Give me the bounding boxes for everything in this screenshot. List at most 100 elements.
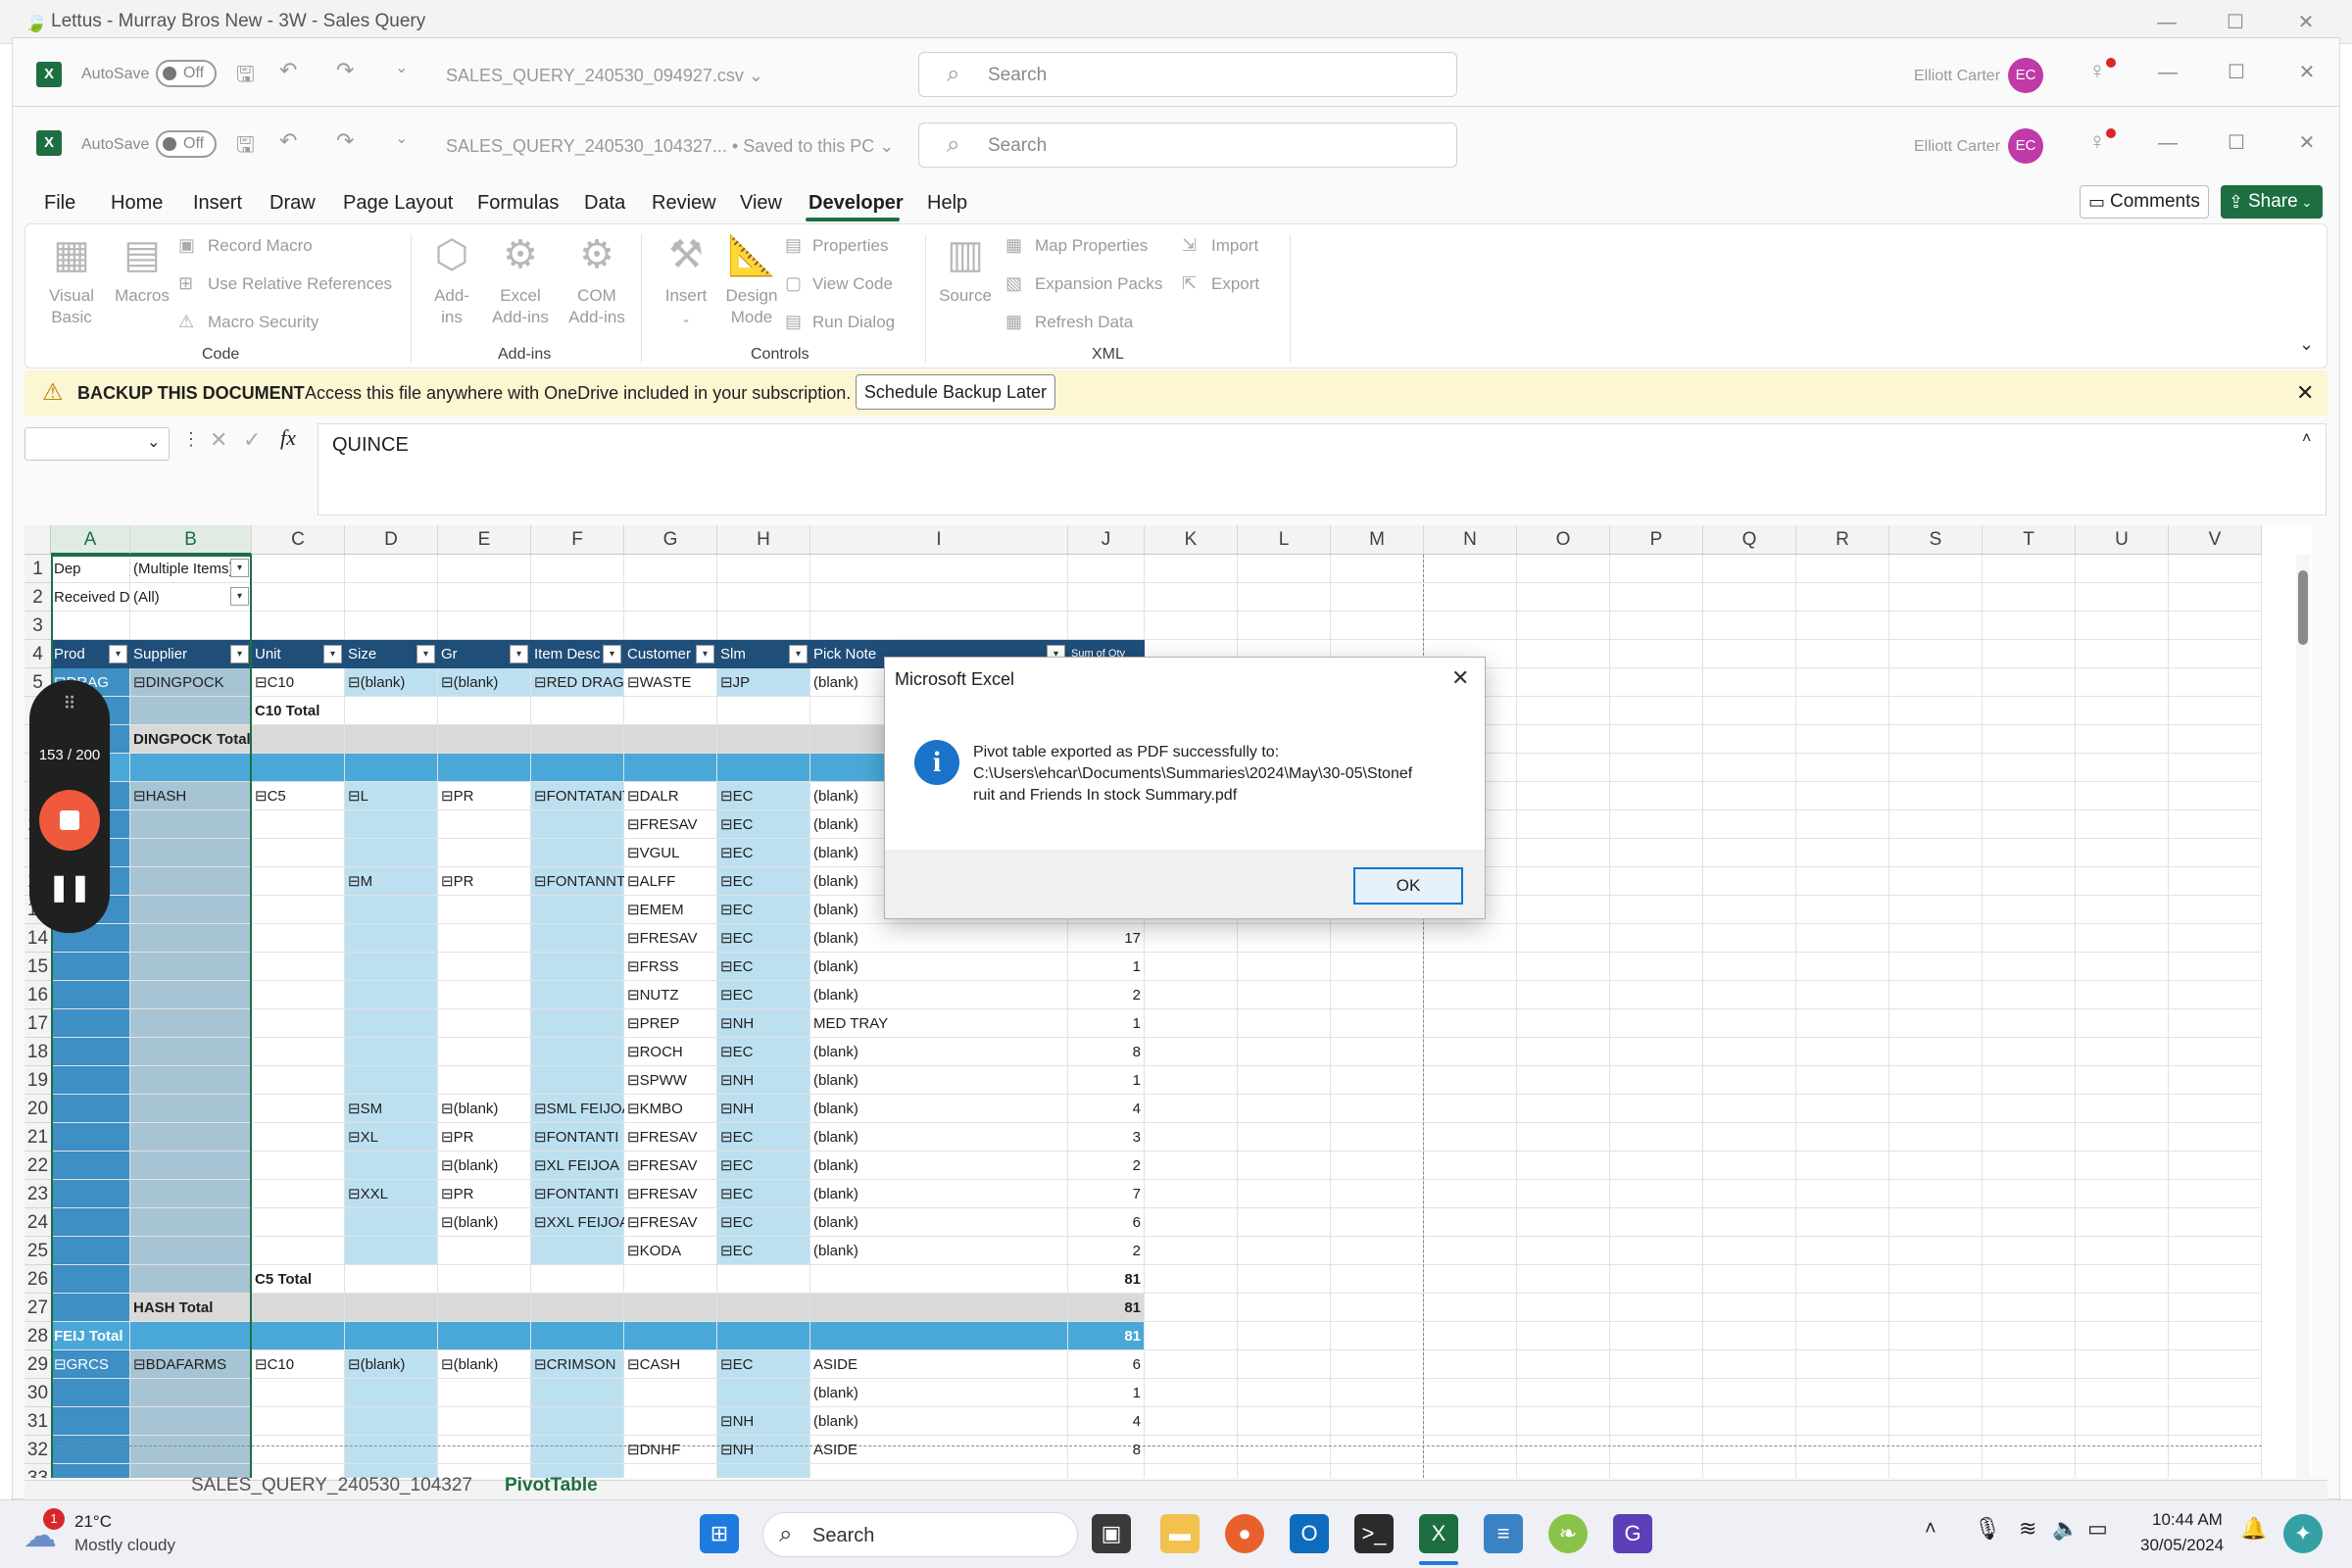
clock-time[interactable]: 10:44 AM [2152,1510,2223,1530]
outer-minimize-button[interactable]: — [2144,8,2189,37]
pivot-filter-button[interactable]: ▾ [416,645,435,663]
pivot-cell[interactable]: (blank) [810,953,1068,981]
minimize-button[interactable]: — [2145,58,2190,87]
quantity-cell[interactable]: 3 [1068,1123,1145,1152]
insert-control-button[interactable]: Insert ⌄ [657,285,715,329]
volume-icon[interactable]: 🔈 [2052,1516,2079,1542]
pivot-cell[interactable]: ⊟KODA [624,1237,717,1265]
row-header-15[interactable]: 15 [24,953,51,981]
quantity-cell[interactable]: 4 [1068,1407,1145,1436]
row-header-24[interactable]: 24 [24,1208,51,1237]
row-header-3[interactable]: 3 [24,612,51,640]
pivot-cell[interactable]: ⊟FRESAV [624,924,717,953]
pivot-cell[interactable]: ⊟FRSS [624,953,717,981]
pivot-cell[interactable]: ⊟KMBO [624,1095,717,1123]
minimize-button[interactable]: — [2145,128,2190,158]
app-g-icon[interactable]: G [1613,1514,1652,1553]
refresh-data-button[interactable]: Refresh Data [1035,313,1133,332]
pivot-cell[interactable]: (blank) [810,1095,1068,1123]
row-header-21[interactable]: 21 [24,1123,51,1152]
column-header-o[interactable]: O [1517,525,1610,555]
row-header-27[interactable]: 27 [24,1294,51,1322]
dialog-close-icon[interactable]: ✕ [1451,665,1469,691]
avatar[interactable]: EC [2008,128,2043,164]
row-header-25[interactable]: 25 [24,1237,51,1265]
pivot-cell[interactable]: (blank) [810,1407,1068,1436]
pivot-cell[interactable]: ⊟PR [438,1123,531,1152]
search-box[interactable]: ⌕ Search [918,52,1457,97]
redo-icon[interactable]: ↷ [336,58,354,83]
enter-icon[interactable]: ✓ [243,427,261,453]
row-header-4[interactable]: 4 [24,640,51,668]
pivot-cell[interactable]: (blank) [810,1152,1068,1180]
pivot-cell[interactable]: (blank) [810,1066,1068,1095]
pivot-cell[interactable]: ⊟DALR [624,782,717,810]
pivot-cell[interactable]: ⊟VGUL [624,839,717,867]
pivot-cell[interactable]: ⊟FRESAV [624,810,717,839]
row-header-23[interactable]: 23 [24,1180,51,1208]
column-header-v[interactable]: V [2169,525,2262,555]
pivot-cell[interactable]: ⊟C10 [252,1350,345,1379]
pivot-cell[interactable]: ⊟NH [717,1066,810,1095]
quantity-cell[interactable]: 6 [1068,1208,1145,1237]
search-box[interactable]: ⌕ Search [918,122,1457,168]
column-header-f[interactable]: F [531,525,624,555]
pivot-filter-button[interactable]: ▾ [603,645,621,663]
autosave-toggle[interactable]: Off [156,60,217,87]
lettus-icon[interactable]: ❧ [1548,1514,1588,1553]
outlook-icon[interactable]: O [1290,1514,1329,1553]
tab-draw[interactable]: Draw [270,192,316,215]
close-button[interactable]: ✕ [2284,128,2329,158]
pivot-cell[interactable]: ⊟PR [438,1180,531,1208]
file-explorer-icon[interactable]: ▬ [1160,1514,1200,1553]
scrollbar-thumb[interactable] [2298,570,2308,645]
weather-temp[interactable]: 21°C [74,1512,112,1532]
pivot-cell[interactable]: ⊟FRESAV [624,1180,717,1208]
pivot-cell[interactable]: ⊟EC [717,1038,810,1066]
quantity-cell[interactable]: 8 [1068,1038,1145,1066]
pivot-cell[interactable]: ⊟EC [717,839,810,867]
pivot-cell[interactable]: (blank) [810,1379,1068,1407]
wifi-icon[interactable]: ≋ [2019,1516,2036,1542]
ok-button[interactable]: OK [1353,867,1463,905]
pivot-cell[interactable]: ⊟DNHF [624,1436,717,1464]
expansion-packs-button[interactable]: Expansion Packs [1035,274,1162,294]
pivot-cell[interactable]: ⊟EC [717,953,810,981]
pivot-cell[interactable]: ⊟ALFF [624,867,717,896]
pivot-cell[interactable]: ⊟XL [345,1123,438,1152]
close-button[interactable]: ✕ [2284,58,2329,87]
pivot-cell[interactable]: ⊟PR [438,867,531,896]
clock-date[interactable]: 30/05/2024 [2140,1536,2224,1555]
start-icon[interactable]: ⊞ [700,1514,739,1553]
sheet-tab-pivottable[interactable]: PivotTable [505,1475,598,1496]
row-header-2[interactable]: 2 [24,583,51,612]
notification-bell-icon[interactable]: 🔔 [2240,1516,2267,1542]
pivot-cell[interactable]: C10 Total [252,697,345,725]
properties-button[interactable]: Properties [812,236,888,256]
column-header-j[interactable]: J [1068,525,1145,555]
pivot-cell[interactable]: ⊟PREP [624,1009,717,1038]
pivot-cell[interactable]: (blank) [810,1123,1068,1152]
quantity-cell[interactable]: 17 [1068,924,1145,953]
pivot-cell[interactable]: ASIDE [810,1350,1068,1379]
pivot-cell[interactable]: MED TRAY [810,1009,1068,1038]
pivot-filter-button[interactable]: ▾ [696,645,714,663]
row-header-14[interactable]: 14 [24,924,51,953]
tab-insert[interactable]: Insert [193,192,242,215]
column-header-h[interactable]: H [717,525,810,555]
pivot-cell[interactable]: ⊟FONTANTI [531,1123,624,1152]
weather-desc[interactable]: Mostly cloudy [74,1536,175,1555]
column-header-a[interactable]: A [51,525,130,555]
row-header-20[interactable]: 20 [24,1095,51,1123]
pivot-cell[interactable]: C5 Total [252,1265,345,1294]
import-button[interactable]: Import [1211,236,1258,256]
tab-file[interactable]: File [44,192,75,215]
insert-function-icon[interactable]: fx [280,425,296,451]
source-button[interactable]: Source [933,285,998,307]
quantity-cell[interactable]: 7 [1068,1180,1145,1208]
formula-input[interactable]: QUINCE ˄ [318,423,2327,515]
pivot-cell[interactable]: ⊟XL FEIJOA [531,1152,624,1180]
pivot-cell[interactable]: ⊟WASTE [624,668,717,697]
document-title[interactable]: SALES_QUERY_240530_104327... • Saved to … [446,136,894,157]
pivot-cell[interactable]: ⊟RED DRAGO [531,668,624,697]
